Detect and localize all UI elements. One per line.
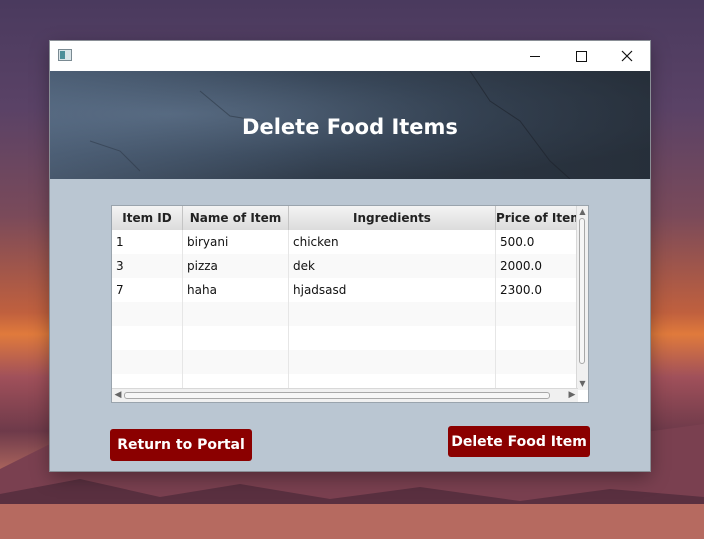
cell-ingredients [289,326,496,350]
cell-ingredients: dek [289,254,496,278]
cell-name [183,350,289,374]
column-header-ingredients[interactable]: Ingredients [289,206,496,230]
minimize-button[interactable] [512,41,558,71]
cell-item-id [112,326,183,350]
food-items-table[interactable]: Item ID Name of Item Ingredients Price o… [111,205,589,403]
cell-price: 500.0 [496,230,578,254]
table-row[interactable]: 3 pizza dek 2000.0 [112,254,578,278]
cell-name: haha [183,278,289,302]
cell-item-id: 1 [112,230,183,254]
cell-item-id [112,302,183,326]
column-header-name[interactable]: Name of Item [183,206,289,230]
vertical-scrollbar[interactable]: ▲ ▼ [576,206,588,390]
close-icon [621,50,633,62]
cell-name [183,326,289,350]
close-button[interactable] [604,41,650,71]
title-bar[interactable] [50,41,650,71]
app-icon [58,49,72,61]
cell-name: pizza [183,254,289,278]
table-header: Item ID Name of Item Ingredients Price o… [112,206,578,231]
chevron-down-icon[interactable]: ▼ [577,379,588,389]
cell-ingredients: chicken [289,230,496,254]
cell-ingredients: hjadsasd [289,278,496,302]
cell-price: 2300.0 [496,278,578,302]
chevron-right-icon[interactable]: ▶ [567,390,577,401]
horizontal-scroll-thumb[interactable] [124,392,550,399]
cell-price [496,302,578,326]
cell-item-id: 7 [112,278,183,302]
page-title: Delete Food Items [242,115,458,139]
minimize-icon [530,55,540,57]
table-row[interactable]: 7 haha hjadsasd 2300.0 [112,278,578,302]
table-row-empty [112,302,578,326]
table-row-empty [112,326,578,350]
cell-item-id [112,350,183,374]
cell-price [496,350,578,374]
column-header-price[interactable]: Price of Item [496,206,578,230]
chevron-left-icon[interactable]: ◀ [113,390,123,401]
vertical-scroll-thumb[interactable] [579,218,585,364]
cell-name [183,302,289,326]
column-header-item-id[interactable]: Item ID [112,206,183,230]
return-to-portal-button[interactable]: Return to Portal [110,429,252,461]
maximize-icon [575,50,587,62]
app-window: Delete Food Items Item ID Name of Item I… [50,41,650,471]
cell-price [496,326,578,350]
table-row[interactable]: 1 biryani chicken 500.0 [112,230,578,254]
cell-ingredients [289,302,496,326]
delete-food-item-button[interactable]: Delete Food Item [448,426,590,457]
header-banner: Delete Food Items [50,71,650,179]
cell-price: 2000.0 [496,254,578,278]
chevron-up-icon[interactable]: ▲ [577,207,588,217]
cell-ingredients [289,350,496,374]
table-body: 1 biryani chicken 500.0 3 pizza dek 2000… [112,230,578,398]
cell-name: biryani [183,230,289,254]
table-row-empty [112,350,578,374]
horizontal-scrollbar[interactable]: ◀ ▶ [112,388,578,402]
maximize-button[interactable] [558,41,604,71]
cell-item-id: 3 [112,254,183,278]
